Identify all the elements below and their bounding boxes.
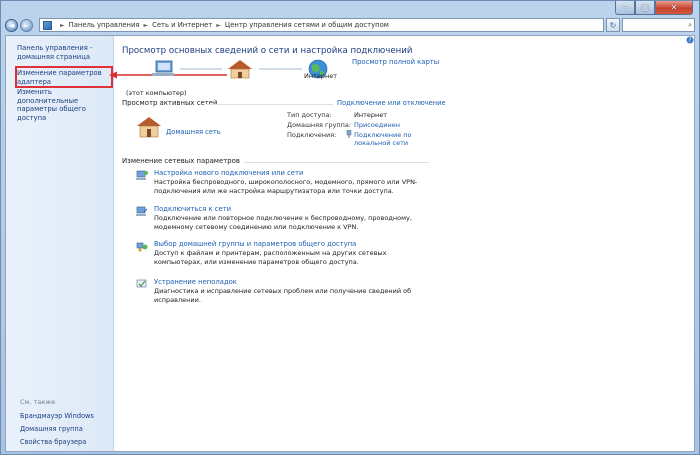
breadcrumb-separator: ►: [216, 21, 221, 29]
change-settings-heading: Изменение сетевых параметров: [122, 157, 240, 165]
troubleshoot-description: Диагностика и исправление сетевых пробле…: [154, 287, 412, 304]
homegroup-sharing-icon: [136, 242, 148, 252]
ethernet-icon: [346, 130, 352, 138]
access-type-label: Тип доступа:: [287, 111, 332, 119]
network-name-link[interactable]: Домашняя сеть: [166, 128, 221, 136]
sidebar-item-home[interactable]: Панель управления - домашняя страница: [17, 44, 112, 61]
page-title: Просмотр основных сведений о сети и наст…: [122, 46, 413, 56]
troubleshoot-link[interactable]: Устранение неполадок: [154, 278, 237, 286]
close-icon: ✕: [670, 3, 678, 12]
forward-arrow-icon: ►: [23, 20, 30, 30]
new-connection-link[interactable]: Настройка нового подключения или сети: [154, 169, 303, 177]
new-connection-icon: [136, 170, 148, 180]
section-divider: [206, 104, 333, 105]
breadcrumb-separator: ►: [60, 21, 65, 29]
home-network-icon: [228, 60, 252, 79]
this-computer-label: (этот компьютер): [126, 89, 187, 97]
control-panel-icon: [43, 20, 52, 30]
address-bar[interactable]: ► Панель управления ► Сеть и Интернет ► …: [39, 18, 604, 32]
active-networks-heading: Просмотр активных сетей: [122, 99, 218, 107]
connect-to-network-link[interactable]: Подключиться к сети: [154, 205, 231, 213]
connect-disconnect-link[interactable]: Подключение или отключение: [337, 99, 446, 107]
homegroup-label: Домашняя группа:: [287, 121, 352, 129]
see-also-heading: См. также: [20, 398, 56, 406]
section-divider: [244, 162, 429, 163]
help-icon[interactable]: ?: [686, 36, 694, 44]
full-map-link[interactable]: Просмотр полной карты: [352, 58, 439, 66]
search-input[interactable]: ⌕: [622, 18, 695, 32]
troubleshoot-icon: [136, 279, 147, 288]
computer-icon: [152, 60, 174, 76]
breadcrumb-separator: ►: [143, 21, 149, 29]
caption-buttons: ─ □ ✕: [615, 1, 693, 15]
breadcrumb-network-center[interactable]: Центр управления сетями и общим доступом: [225, 21, 389, 29]
breadcrumb-control-panel[interactable]: Панель управления: [69, 21, 140, 29]
connections-label: Подключения:: [287, 131, 337, 139]
content-area: ? Панель управления - домашняя страница …: [5, 35, 695, 452]
homegroup-link[interactable]: Присоединен: [354, 121, 400, 129]
homegroup-sharing-description: Доступ к файлам и принтерам, расположенн…: [154, 249, 387, 266]
local-connection-link-1[interactable]: Подключение по: [354, 131, 412, 139]
internet-label: Интернет: [304, 72, 338, 80]
sidebar-link-firewall[interactable]: Брандмауэр Windows: [20, 412, 94, 420]
forward-button[interactable]: ►: [20, 18, 33, 32]
sidebar-item-sharing-settings[interactable]: Изменить дополнительные параметры общего…: [17, 88, 112, 122]
connect-network-icon: [136, 206, 148, 216]
sidebar-item-adapter-settings[interactable]: Изменение параметров адаптера: [17, 69, 112, 86]
sidebar-link-browser-properties[interactable]: Свойства браузера: [20, 438, 86, 446]
maximize-button[interactable]: □: [635, 1, 655, 15]
local-connection-link-2[interactable]: локальной сети: [354, 139, 408, 147]
window: ─ □ ✕ ◄ ► ► Панель управления ► Сеть и И…: [0, 0, 700, 455]
home-network-icon: [137, 117, 161, 138]
minimize-button[interactable]: ─: [615, 1, 635, 15]
close-button[interactable]: ✕: [655, 1, 693, 15]
refresh-icon: ↻: [609, 20, 617, 30]
access-type-value: Интернет: [354, 111, 388, 119]
back-arrow-icon: ◄: [8, 20, 15, 30]
sidebar: Панель управления - домашняя страница Из…: [6, 36, 114, 451]
homegroup-sharing-link[interactable]: Выбор домашней группы и параметров общег…: [154, 240, 356, 248]
minimize-icon: ─: [622, 3, 628, 12]
breadcrumb-network-internet[interactable]: Сеть и Интернет: [152, 21, 212, 29]
svg-text:?: ?: [688, 37, 691, 44]
navigation-bar: ◄ ► ► Панель управления ► Сеть и Интерне…: [5, 17, 695, 33]
search-icon: ⌕: [688, 20, 692, 29]
back-button[interactable]: ◄: [5, 18, 18, 32]
new-connection-description: Настройка беспроводного, широкополосного…: [154, 178, 418, 195]
sidebar-link-homegroup[interactable]: Домашняя группа: [20, 425, 83, 433]
maximize-icon: □: [641, 3, 649, 12]
refresh-button[interactable]: ↻: [606, 18, 620, 32]
connect-to-network-description: Подключение или повторное подключение к …: [154, 214, 412, 231]
